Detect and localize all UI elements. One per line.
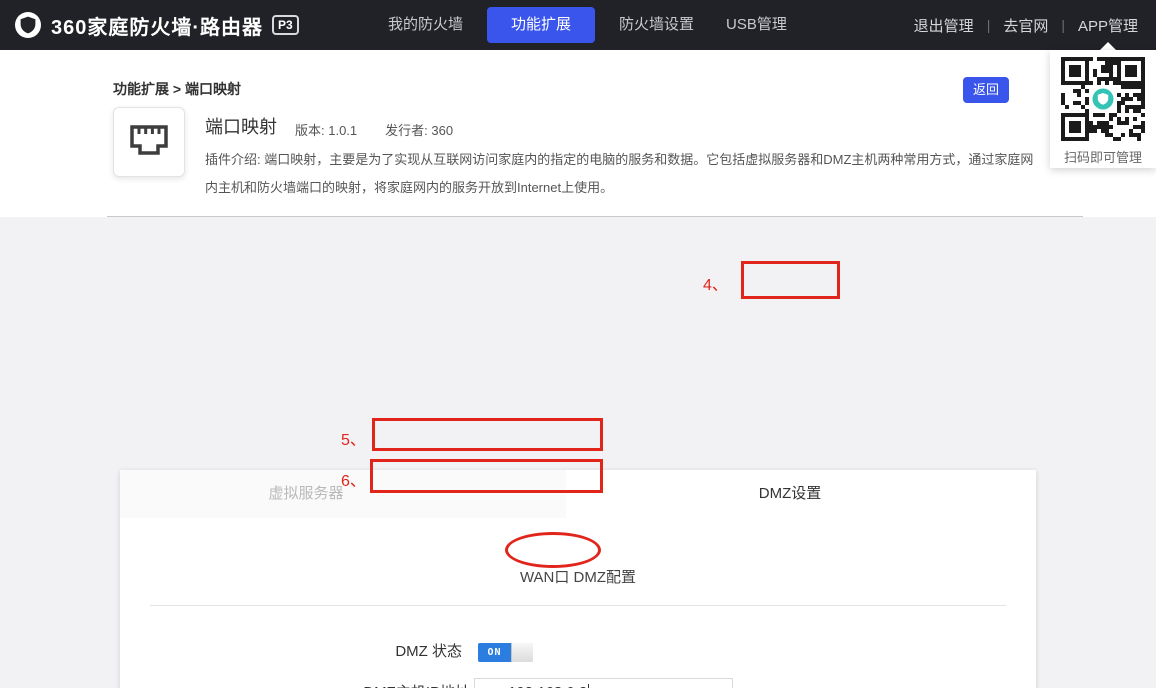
- qr-caption: 扫码即可管理: [1050, 147, 1156, 166]
- official-site-link[interactable]: 去官网: [1003, 15, 1048, 36]
- app-management-link[interactable]: APP管理: [1078, 15, 1138, 36]
- toggle-on-state: ON: [478, 643, 511, 662]
- ethernet-port-icon: [127, 122, 171, 162]
- link-separator: |: [987, 17, 991, 33]
- annotation-number-5: 5、: [341, 426, 366, 450]
- plugin-version: 版本: 1.0.1: [295, 120, 357, 139]
- back-button[interactable]: 返回: [963, 77, 1009, 103]
- wan-dmz-config-title: WAN口 DMZ配置: [120, 566, 1036, 587]
- qr-popup: 扫码即可管理: [1050, 50, 1156, 168]
- brand-model-badge: P3: [272, 15, 299, 35]
- content-background: 虚拟服务器 DMZ设置 WAN口 DMZ配置 DMZ 状态 ON DMZ主机IP…: [0, 217, 1156, 688]
- annotation-box-dmz-ip: [370, 459, 603, 493]
- nav-feature-extension[interactable]: 功能扩展: [487, 7, 595, 43]
- shield-logo-icon: [14, 11, 42, 39]
- plugin-title: 端口映射: [205, 113, 277, 139]
- annotation-box-dmz-tab: [741, 261, 840, 299]
- brand: 360家庭防火墙·路由器 P3: [14, 0, 299, 50]
- dmz-settings-panel: 虚拟服务器 DMZ设置 WAN口 DMZ配置 DMZ 状态 ON DMZ主机IP…: [120, 470, 1036, 688]
- ip-value: 192.168.0.2: [508, 684, 587, 688]
- page-root: 360家庭防火墙·路由器 P3 我的防火墙 功能扩展 防火墙设置 USB管理 退…: [0, 0, 1156, 688]
- annotation-ellipse-save: [505, 532, 601, 568]
- link-separator: |: [1061, 17, 1065, 33]
- toggle-knob: [511, 643, 533, 662]
- annotation-box-dmz-status: [372, 418, 603, 451]
- dmz-host-ip-input[interactable]: 192.168.0.2: [474, 678, 733, 688]
- text-caret: [588, 684, 589, 688]
- logout-link[interactable]: 退出管理: [914, 15, 974, 36]
- qr-popup-caret: [1100, 42, 1116, 50]
- breadcrumb[interactable]: 功能扩展 > 端口映射: [113, 79, 241, 99]
- dmz-status-toggle[interactable]: ON: [478, 643, 533, 662]
- plugin-publisher: 发行者: 360: [385, 120, 453, 139]
- panel-divider: [150, 605, 1006, 606]
- annotation-number-4: 4、: [703, 271, 728, 295]
- nav-usb-management[interactable]: USB管理: [710, 0, 803, 50]
- brand-title: 360家庭防火墙·路由器: [51, 11, 263, 40]
- plugin-description: 插件介绍: 端口映射，主要是为了实现从互联网访问家庭内的指定的电脑的服务和数据。…: [205, 146, 1041, 202]
- nav-my-firewall[interactable]: 我的防火墙: [372, 0, 479, 50]
- qr-code: [1061, 57, 1145, 141]
- top-navbar: 360家庭防火墙·路由器 P3 我的防火墙 功能扩展 防火墙设置 USB管理 退…: [0, 0, 1156, 50]
- plugin-icon-card: [113, 107, 185, 177]
- main-nav: 我的防火墙 功能扩展 防火墙设置 USB管理: [372, 0, 803, 50]
- plugin-meta: 版本: 1.0.1 发行者: 360: [295, 120, 453, 139]
- nav-firewall-settings[interactable]: 防火墙设置: [603, 0, 710, 50]
- dmz-status-label: DMZ 状态: [320, 642, 462, 662]
- dmz-host-ip-label: DMZ主机IP地址: [300, 684, 470, 688]
- tab-dmz-settings[interactable]: DMZ设置: [680, 470, 900, 518]
- annotation-number-6: 6、: [341, 467, 366, 491]
